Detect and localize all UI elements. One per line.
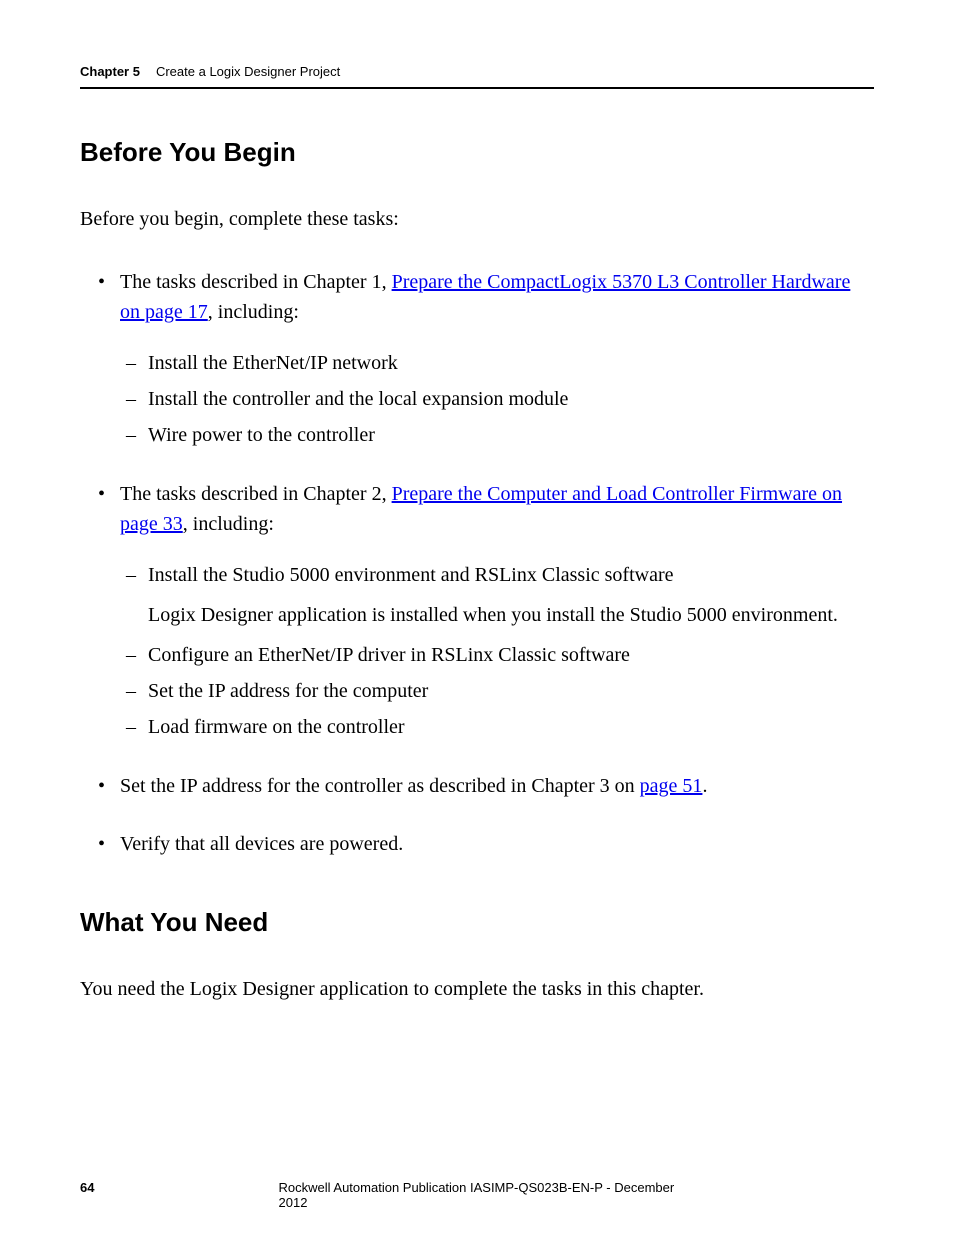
task-text-pre: The tasks described in Chapter 1, [120,271,392,293]
subtask-item: Load firmware on the controller [148,711,874,743]
task-item: The tasks described in Chapter 2, Prepar… [120,479,874,743]
task-item: Set the IP address for the controller as… [120,771,874,801]
task-text-pre: Set the IP address for the controller as… [120,775,640,797]
task-item: The tasks described in Chapter 1, Prepar… [120,267,874,451]
subtask-item: Configure an EtherNet/IP driver in RSLin… [148,639,874,671]
section-body: You need the Logix Designer application … [80,978,874,1001]
subtask-item: Install the EtherNet/IP network [148,347,874,379]
task-item: Verify that all devices are powered. [120,829,874,859]
chapter-title: Create a Logix Designer Project [156,64,340,79]
page-footer: 64 Rockwell Automation Publication IASIM… [80,1180,874,1195]
subtask-item: Wire power to the controller [148,419,874,451]
publication-info: Rockwell Automation Publication IASIMP-Q… [279,1180,676,1210]
subtask-list: Install the Studio 5000 environment and … [120,559,874,743]
task-text-pre: The tasks described in Chapter 2, [120,483,392,505]
subtask-note: Logix Designer application is installed … [148,599,874,631]
task-text-post: , including: [208,301,299,323]
task-text-post: , including: [183,513,274,535]
task-list: The tasks described in Chapter 1, Prepar… [80,267,874,859]
chapter-label: Chapter 5 [80,64,140,79]
page-number: 64 [80,1180,94,1195]
link-page-51[interactable]: page 51 [640,775,703,797]
subtask-list: Install the EtherNet/IP network Install … [120,347,874,451]
subtask-item: Install the controller and the local exp… [148,383,874,415]
page-header: Chapter 5 Create a Logix Designer Projec… [80,64,874,89]
task-text-post: . [702,775,707,797]
section-heading-what-you-need: What You Need [80,907,874,938]
document-page: Chapter 5 Create a Logix Designer Projec… [0,0,954,1235]
subtask-item: Install the Studio 5000 environment and … [148,559,874,631]
section-what-you-need: What You Need You need the Logix Designe… [80,907,874,1001]
subtask-item: Set the IP address for the computer [148,675,874,707]
section-heading-before-you-begin: Before You Begin [80,137,874,168]
subtask-text: Install the Studio 5000 environment and … [148,564,674,586]
section-intro: Before you begin, complete these tasks: [80,208,874,231]
